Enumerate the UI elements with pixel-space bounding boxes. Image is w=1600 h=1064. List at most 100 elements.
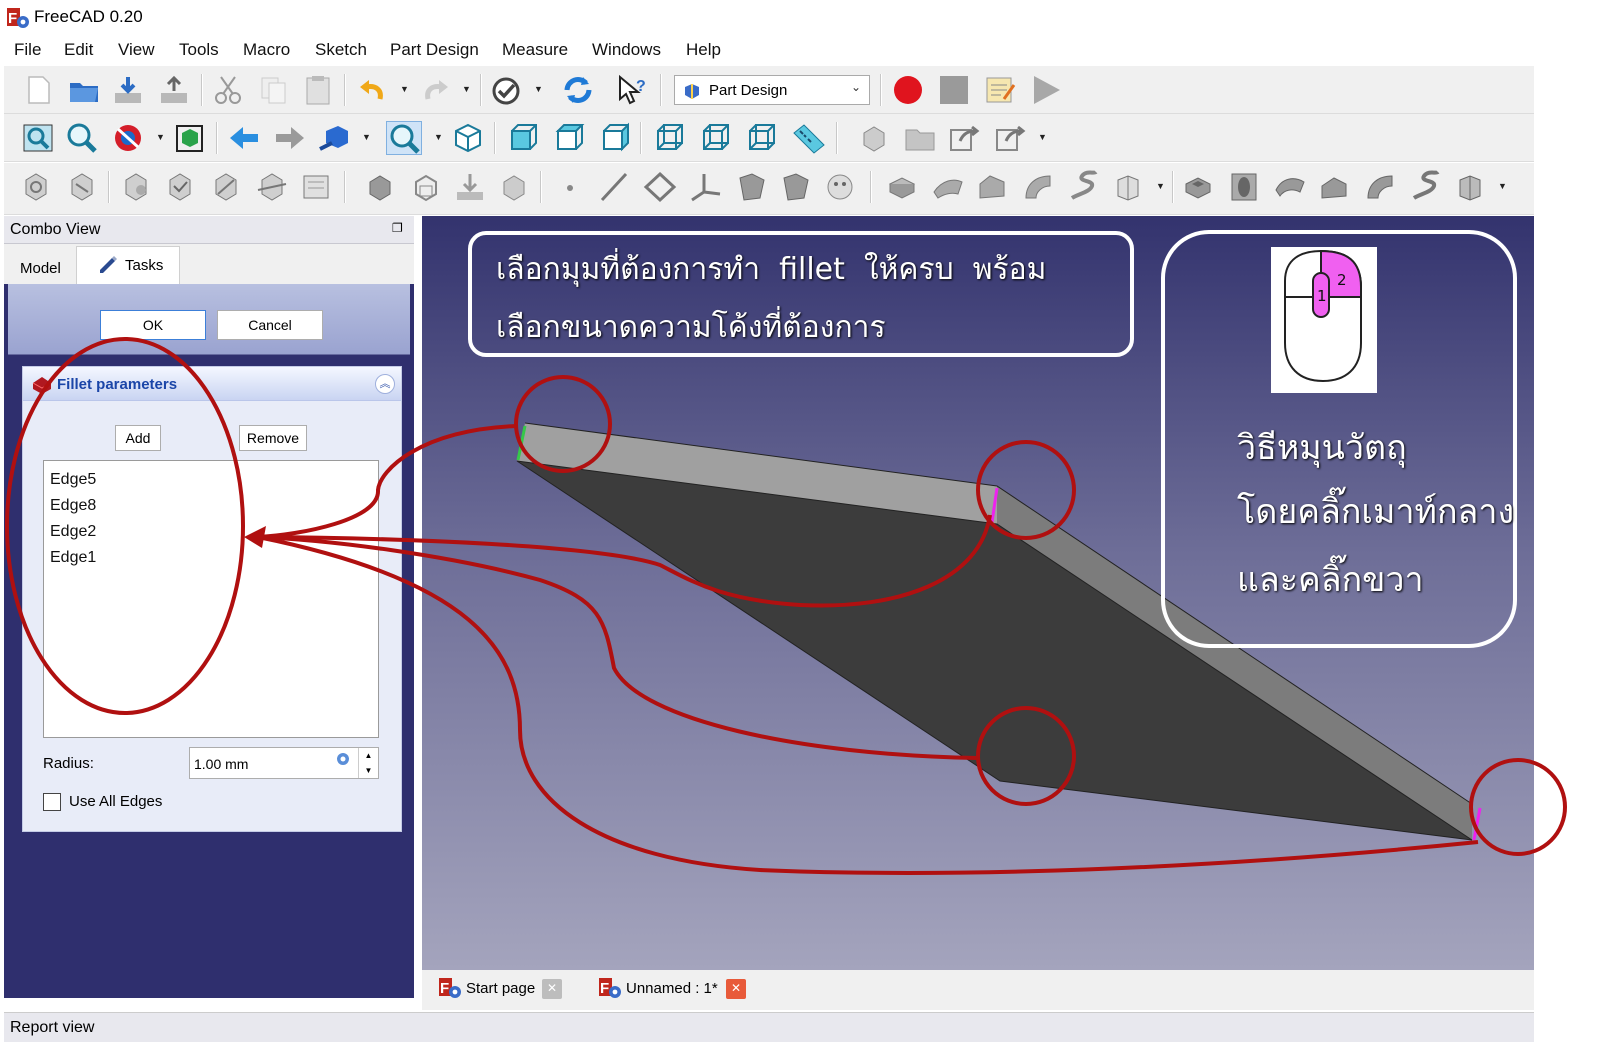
bounding-box-icon[interactable] — [172, 121, 208, 155]
check-geometry-icon[interactable] — [162, 170, 198, 204]
groove-icon[interactable] — [1272, 170, 1308, 204]
hole-icon[interactable] — [1226, 170, 1262, 204]
close-icon[interactable]: ✕ — [542, 979, 562, 999]
subtractive-primitive-dropdown-icon[interactable]: ▼ — [1498, 181, 1508, 191]
add-edge-button[interactable]: Add — [115, 425, 161, 451]
fit-all-icon[interactable] — [20, 121, 56, 155]
expression-icon[interactable] — [336, 752, 350, 766]
link-actions-dropdown-icon[interactable]: ▼ — [1038, 132, 1048, 142]
tab-tasks[interactable]: Tasks — [76, 246, 180, 284]
redo-icon[interactable] — [418, 73, 454, 107]
menu-macro[interactable]: Macro — [243, 40, 290, 60]
revolution-icon[interactable] — [930, 170, 966, 204]
save-icon[interactable] — [110, 73, 146, 107]
radius-spinner[interactable]: ▲ ▼ — [358, 748, 378, 778]
whats-this-icon[interactable]: ? — [614, 73, 650, 107]
copy-icon[interactable] — [256, 73, 292, 107]
menu-part-design[interactable]: Part Design — [390, 40, 479, 60]
undo-icon[interactable] — [354, 73, 390, 107]
subtractive-pipe-icon[interactable] — [1362, 170, 1398, 204]
import-icon[interactable] — [452, 170, 488, 204]
additive-primitive-dropdown-icon[interactable]: ▼ — [1156, 181, 1166, 191]
workbench-selector[interactable]: Part Design ⌄ — [674, 75, 870, 105]
radius-input[interactable]: 1.00 mm ▲ ▼ — [189, 747, 379, 779]
redo-dropdown-icon[interactable]: ▼ — [462, 84, 472, 94]
view-isometric-icon[interactable] — [450, 121, 486, 155]
create-sub-object-icon[interactable] — [208, 170, 244, 204]
tab-unnamed[interactable]: F Unnamed : 1* ✕ — [596, 972, 756, 1006]
sync-view-icon[interactable] — [316, 121, 352, 155]
menu-file[interactable]: File — [14, 40, 41, 60]
cut-icon[interactable] — [210, 73, 246, 107]
link-icon[interactable] — [946, 121, 982, 155]
view-left-icon[interactable] — [742, 121, 778, 155]
menu-tools[interactable]: Tools — [179, 40, 219, 60]
close-icon[interactable]: ✕ — [726, 979, 746, 999]
pad-icon[interactable] — [884, 170, 920, 204]
loft-icon[interactable] — [974, 170, 1010, 204]
paste-icon[interactable] — [300, 73, 336, 107]
draw-style-icon[interactable] — [110, 121, 146, 155]
export-icon[interactable] — [496, 170, 532, 204]
back-icon[interactable] — [226, 121, 262, 155]
menu-edit[interactable]: Edit — [64, 40, 93, 60]
view-top-icon[interactable] — [550, 121, 586, 155]
save-as-icon[interactable] — [156, 73, 192, 107]
ok-button[interactable]: OK — [100, 310, 206, 340]
zoom-select-icon[interactable] — [386, 121, 422, 155]
new-document-icon[interactable] — [20, 73, 56, 107]
link-actions-icon[interactable] — [992, 121, 1028, 155]
view-right-icon[interactable] — [596, 121, 632, 155]
macro-run-icon[interactable] — [1028, 73, 1064, 107]
list-item[interactable]: Edge8 — [50, 493, 372, 519]
macro-stop-icon[interactable] — [936, 73, 972, 107]
subtractive-loft-icon[interactable] — [1316, 170, 1352, 204]
cancel-button[interactable]: Cancel — [217, 310, 323, 340]
validate-sketch-icon[interactable] — [118, 170, 154, 204]
group-icon[interactable] — [902, 121, 938, 155]
sub-shape-binder-icon[interactable] — [408, 170, 444, 204]
list-item[interactable]: Edge2 — [50, 519, 372, 545]
macro-edit-icon[interactable] — [982, 73, 1018, 107]
draw-style-dropdown-icon[interactable]: ▼ — [156, 132, 166, 142]
tab-model[interactable]: Model — [8, 250, 74, 284]
menu-view[interactable]: View — [118, 40, 155, 60]
recompute-icon[interactable] — [560, 73, 596, 107]
list-item[interactable]: Edge1 — [50, 545, 372, 571]
open-icon[interactable] — [66, 73, 102, 107]
fit-selection-icon[interactable] — [64, 121, 100, 155]
additive-primitive-icon[interactable] — [1110, 170, 1146, 204]
list-item[interactable]: Edge5 — [50, 467, 372, 493]
shape-binder-icon[interactable] — [362, 170, 398, 204]
tab-start-page[interactable]: F Start page ✕ — [436, 972, 566, 1006]
view-front-icon[interactable] — [504, 121, 540, 155]
view-bottom-icon[interactable] — [696, 121, 732, 155]
helix-icon[interactable] — [1064, 170, 1100, 204]
sync-view-dropdown-icon[interactable]: ▼ — [362, 132, 372, 142]
float-panel-icon[interactable]: ❐ — [392, 221, 406, 235]
collapse-icon[interactable]: ︽ — [375, 374, 395, 394]
zoom-dropdown-icon[interactable]: ▼ — [434, 132, 444, 142]
pipe-icon[interactable] — [1020, 170, 1056, 204]
refresh-dropdown-icon[interactable]: ▼ — [534, 84, 544, 94]
undo-dropdown-icon[interactable]: ▼ — [400, 84, 410, 94]
menu-help[interactable]: Help — [686, 40, 721, 60]
part-icon[interactable] — [856, 121, 892, 155]
sketch-icon[interactable] — [64, 170, 100, 204]
clone-icon[interactable] — [298, 170, 334, 204]
subtractive-helix-icon[interactable] — [1406, 170, 1442, 204]
datum-line-icon[interactable] — [596, 170, 632, 204]
std-refresh-icon[interactable] — [488, 73, 524, 107]
subtractive-primitive-icon[interactable] — [1452, 170, 1488, 204]
sub-shape-binder-2-icon[interactable] — [778, 170, 814, 204]
remove-edge-button[interactable]: Remove — [239, 425, 307, 451]
body-icon[interactable] — [18, 170, 54, 204]
datum-plane-icon[interactable] — [642, 170, 678, 204]
shape-binder-2-icon[interactable] — [734, 170, 770, 204]
pocket-icon[interactable] — [1180, 170, 1216, 204]
forward-icon[interactable] — [272, 121, 308, 155]
macro-record-icon[interactable] — [890, 73, 926, 107]
datum-icon[interactable] — [254, 170, 290, 204]
local-coordinate-system-icon[interactable] — [688, 170, 724, 204]
fillet-parameters-header[interactable]: Fillet parameters ︽ — [23, 367, 401, 401]
